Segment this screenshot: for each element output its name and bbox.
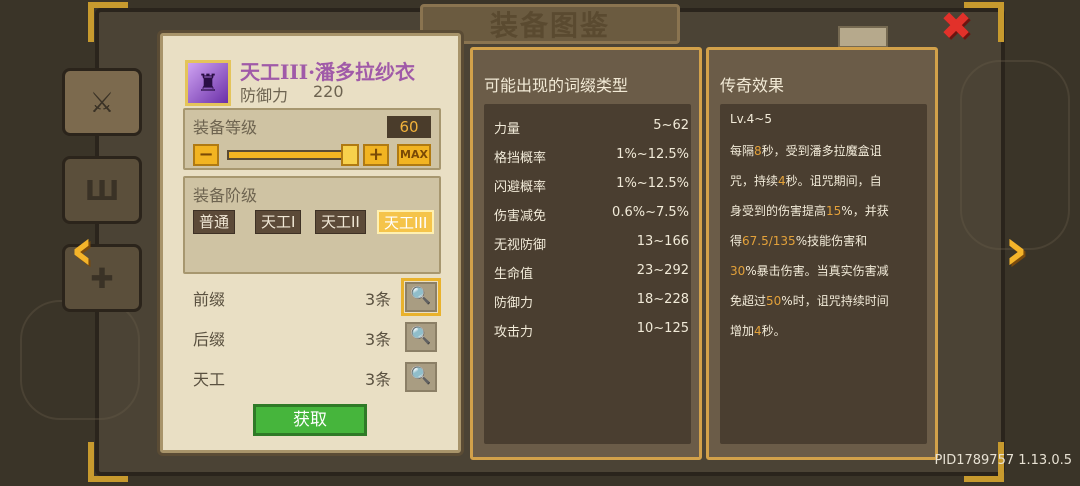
affix-list-row: 闪避概率 1%~12.5% [494,176,689,196]
affix-label: 天工 [193,370,226,389]
robe-icon: ♜ [185,60,231,106]
affix-list-row: 攻击力 10~125 [494,321,689,341]
frame-corner [88,2,128,42]
tier-option[interactable]: 普通 [193,210,236,234]
affix-row-tiangong: 天工 3条 🔍 [193,362,441,392]
possible-affixes-panel: 可能出现的词缀类型 力量 5~62 格挡概率 1%~12.5% 闪避概率 1%~12.… [470,47,702,460]
level-max-button[interactable]: MAX [397,144,431,166]
affix-range: 13~166 [636,234,689,249]
legendary-effect-line: 身受到的伤害提高15%，并获 [730,204,889,218]
tier-option[interactable]: 天工I [255,210,302,234]
tab-armor[interactable]: Ш [62,156,142,224]
affix-range: 1%~12.5% [616,176,689,191]
magnifier-icon[interactable]: 🔍 [405,362,437,392]
level-section: 装备等级 60 − + MAX [183,108,441,170]
affix-list: 力量 5~62 格挡概率 1%~12.5% 闪避概率 1%~12.5% 伤害减免 0.6… [484,104,691,444]
legendary-effect-panel: 传奇效果 Lv.4~5 每隔8秒，受到潘多拉魔盒诅 咒，持续4秒。诅咒期间，自 … [706,47,938,460]
item-stat-value: 220 [313,82,344,101]
affix-row-prefix: 前缀 3条 🔍 [193,278,441,316]
arrow-left-icon[interactable]: ‹ [60,220,104,278]
affix-list-row: 格挡概率 1%~12.5% [494,147,689,167]
affix-list-row: 防御力 18~228 [494,292,689,312]
legendary-effect-line: 得67.5/135%技能伤害和 [730,234,868,248]
affix-range: 18~228 [636,292,689,307]
magnifier-icon[interactable]: 🔍 [401,278,441,316]
affix-range: 0.6%~7.5% [612,205,689,220]
item-stat-label: 防御力 [240,86,289,105]
possible-affixes-title: 可能出现的词缀类型 [484,76,629,95]
affix-label: 前缀 [193,290,226,309]
level-slider-fill [229,152,353,158]
legendary-level: Lv.4~5 [730,112,772,126]
level-value: 60 [387,116,431,138]
affix-name: 生命值 [494,267,534,282]
armor-icon: Ш [84,173,120,207]
affix-name: 防御力 [494,296,534,311]
affix-name: 伤害减免 [494,209,547,224]
affix-range: 23~292 [636,263,689,278]
level-decrease-button[interactable]: − [193,144,219,166]
tier-option-selected[interactable]: 天工III [377,210,435,234]
tier-section-title: 装备阶级 [193,186,258,205]
level-slider[interactable] [227,150,355,160]
sword-icon: ⚔ [89,85,115,119]
arrow-right-icon[interactable]: › [994,220,1038,278]
page-title-text: 装备图鉴 [489,9,610,42]
obtain-button[interactable]: 获取 [253,404,367,436]
background-decoration [20,300,140,420]
tier-option[interactable]: 天工II [315,210,366,234]
legendary-effect-line: 每隔8秒，受到潘多拉魔盒诅 [730,144,882,158]
affix-range: 10~125 [636,321,689,336]
collapse-button[interactable] [838,26,888,48]
legendary-effect-line: 免超过50%时，诅咒持续时间 [730,294,889,308]
legendary-effect-line: 30%暴击伤害。当真实伤害减 [730,264,889,278]
build-id: PID1789757 1.13.0.5 [934,453,1072,468]
affix-name: 闪避概率 [494,180,547,195]
affix-range: 5~62 [653,118,689,133]
affix-name: 力量 [494,122,521,137]
affix-list-row: 力量 5~62 [494,118,689,138]
legendary-effect-line: 增加4秒。 [730,324,786,338]
affix-list-row: 无视防御 13~166 [494,234,689,254]
tab-weapon[interactable]: ⚔ [62,68,142,136]
level-slider-handle[interactable] [341,144,359,166]
legendary-effect-line: 咒，持续4秒。诅咒期间，自 [730,174,882,188]
item-card: ♜ 天工III·潘多拉纱衣 防御力 220 装备等级 60 − + MAX 装备… [160,33,461,453]
affix-row-suffix: 后缀 3条 🔍 [193,322,441,352]
affix-count: 3条 [365,330,392,349]
level-section-title: 装备等级 [193,118,258,137]
legendary-effect-body: Lv.4~5 每隔8秒，受到潘多拉魔盒诅 咒，持续4秒。诅咒期间，自 身受到的伤… [720,104,927,444]
affix-name: 攻击力 [494,325,534,340]
affix-count: 3条 [365,370,392,389]
affix-name: 无视防御 [494,238,547,253]
level-increase-button[interactable]: + [363,144,389,166]
affix-label: 后缀 [193,330,226,349]
frame-corner [88,442,128,482]
affix-name: 格挡概率 [494,151,547,166]
item-name: 天工III·潘多拉纱衣 [240,60,416,84]
close-icon[interactable]: ✖ [936,7,976,45]
magnifier-icon[interactable]: 🔍 [405,322,437,352]
tier-section: 装备阶级 普通 天工I 天工II 天工III [183,176,441,274]
affix-list-row: 生命值 23~292 [494,263,689,283]
affix-range: 1%~12.5% [616,147,689,162]
legendary-effect-title: 传奇效果 [720,76,785,95]
affix-list-row: 伤害减免 0.6%~7.5% [494,205,689,225]
affix-count: 3条 [365,290,392,309]
